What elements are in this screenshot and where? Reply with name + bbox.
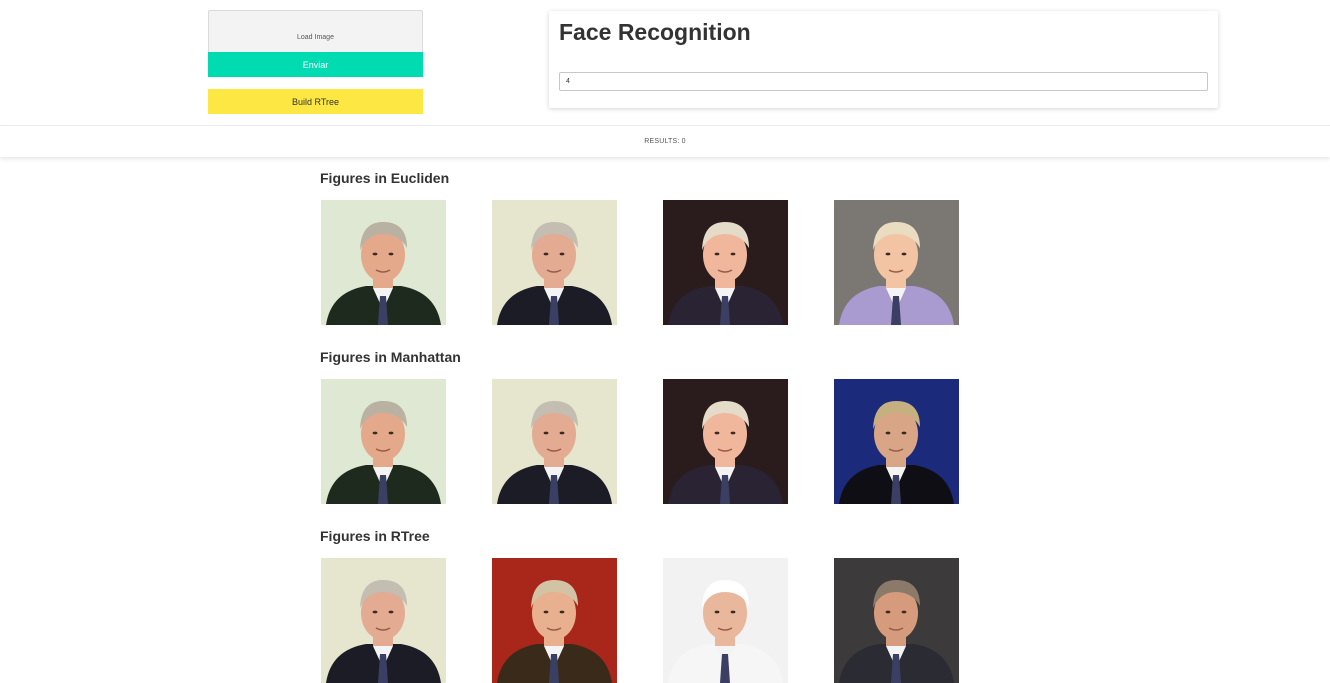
result-image[interactable] — [834, 379, 959, 504]
section-title-manhattan: Figures in Manhattan — [320, 349, 461, 365]
result-image[interactable] — [492, 379, 617, 504]
face-photo-icon — [321, 379, 446, 504]
face-photo-icon — [663, 558, 788, 683]
face-photo-icon — [321, 558, 446, 683]
k-value-input[interactable] — [559, 72, 1208, 91]
top-panel: Load Image Enviar Build RTree Face Recog… — [0, 0, 1330, 126]
result-image[interactable] — [321, 379, 446, 504]
result-image[interactable] — [663, 379, 788, 504]
face-photo-icon — [492, 200, 617, 325]
face-photo-icon — [834, 200, 959, 325]
result-image[interactable] — [321, 558, 446, 683]
face-photo-icon — [834, 379, 959, 504]
result-image[interactable] — [663, 558, 788, 683]
submit-button[interactable]: Enviar — [208, 52, 423, 77]
result-image[interactable] — [663, 200, 788, 325]
face-photo-icon — [834, 558, 959, 683]
build-rtree-label: Build RTree — [291, 96, 340, 107]
result-image[interactable] — [492, 200, 617, 325]
face-photo-icon — [321, 200, 446, 325]
page-title: Face Recognition — [559, 19, 751, 45]
result-image[interactable] — [321, 200, 446, 325]
face-recognition-card: Face Recognition — [549, 11, 1218, 108]
submit-label: Enviar — [302, 59, 329, 70]
face-photo-icon — [663, 200, 788, 325]
section-title-rtree: Figures in RTree — [320, 528, 430, 544]
build-rtree-button[interactable]: Build RTree — [208, 89, 423, 114]
load-image-label: Load Image — [297, 34, 334, 41]
face-photo-icon — [663, 379, 788, 504]
section-title-euclidean: Figures in Eucliden — [320, 170, 450, 186]
results-bar: RESULTS: 0 — [0, 126, 1330, 157]
result-image[interactable] — [834, 200, 959, 325]
face-photo-icon — [492, 558, 617, 683]
results-count: RESULTS: 0 — [644, 138, 686, 145]
result-image[interactable] — [492, 558, 617, 683]
load-image-button[interactable]: Load Image — [208, 10, 423, 52]
result-image[interactable] — [834, 558, 959, 683]
face-photo-icon — [492, 379, 617, 504]
